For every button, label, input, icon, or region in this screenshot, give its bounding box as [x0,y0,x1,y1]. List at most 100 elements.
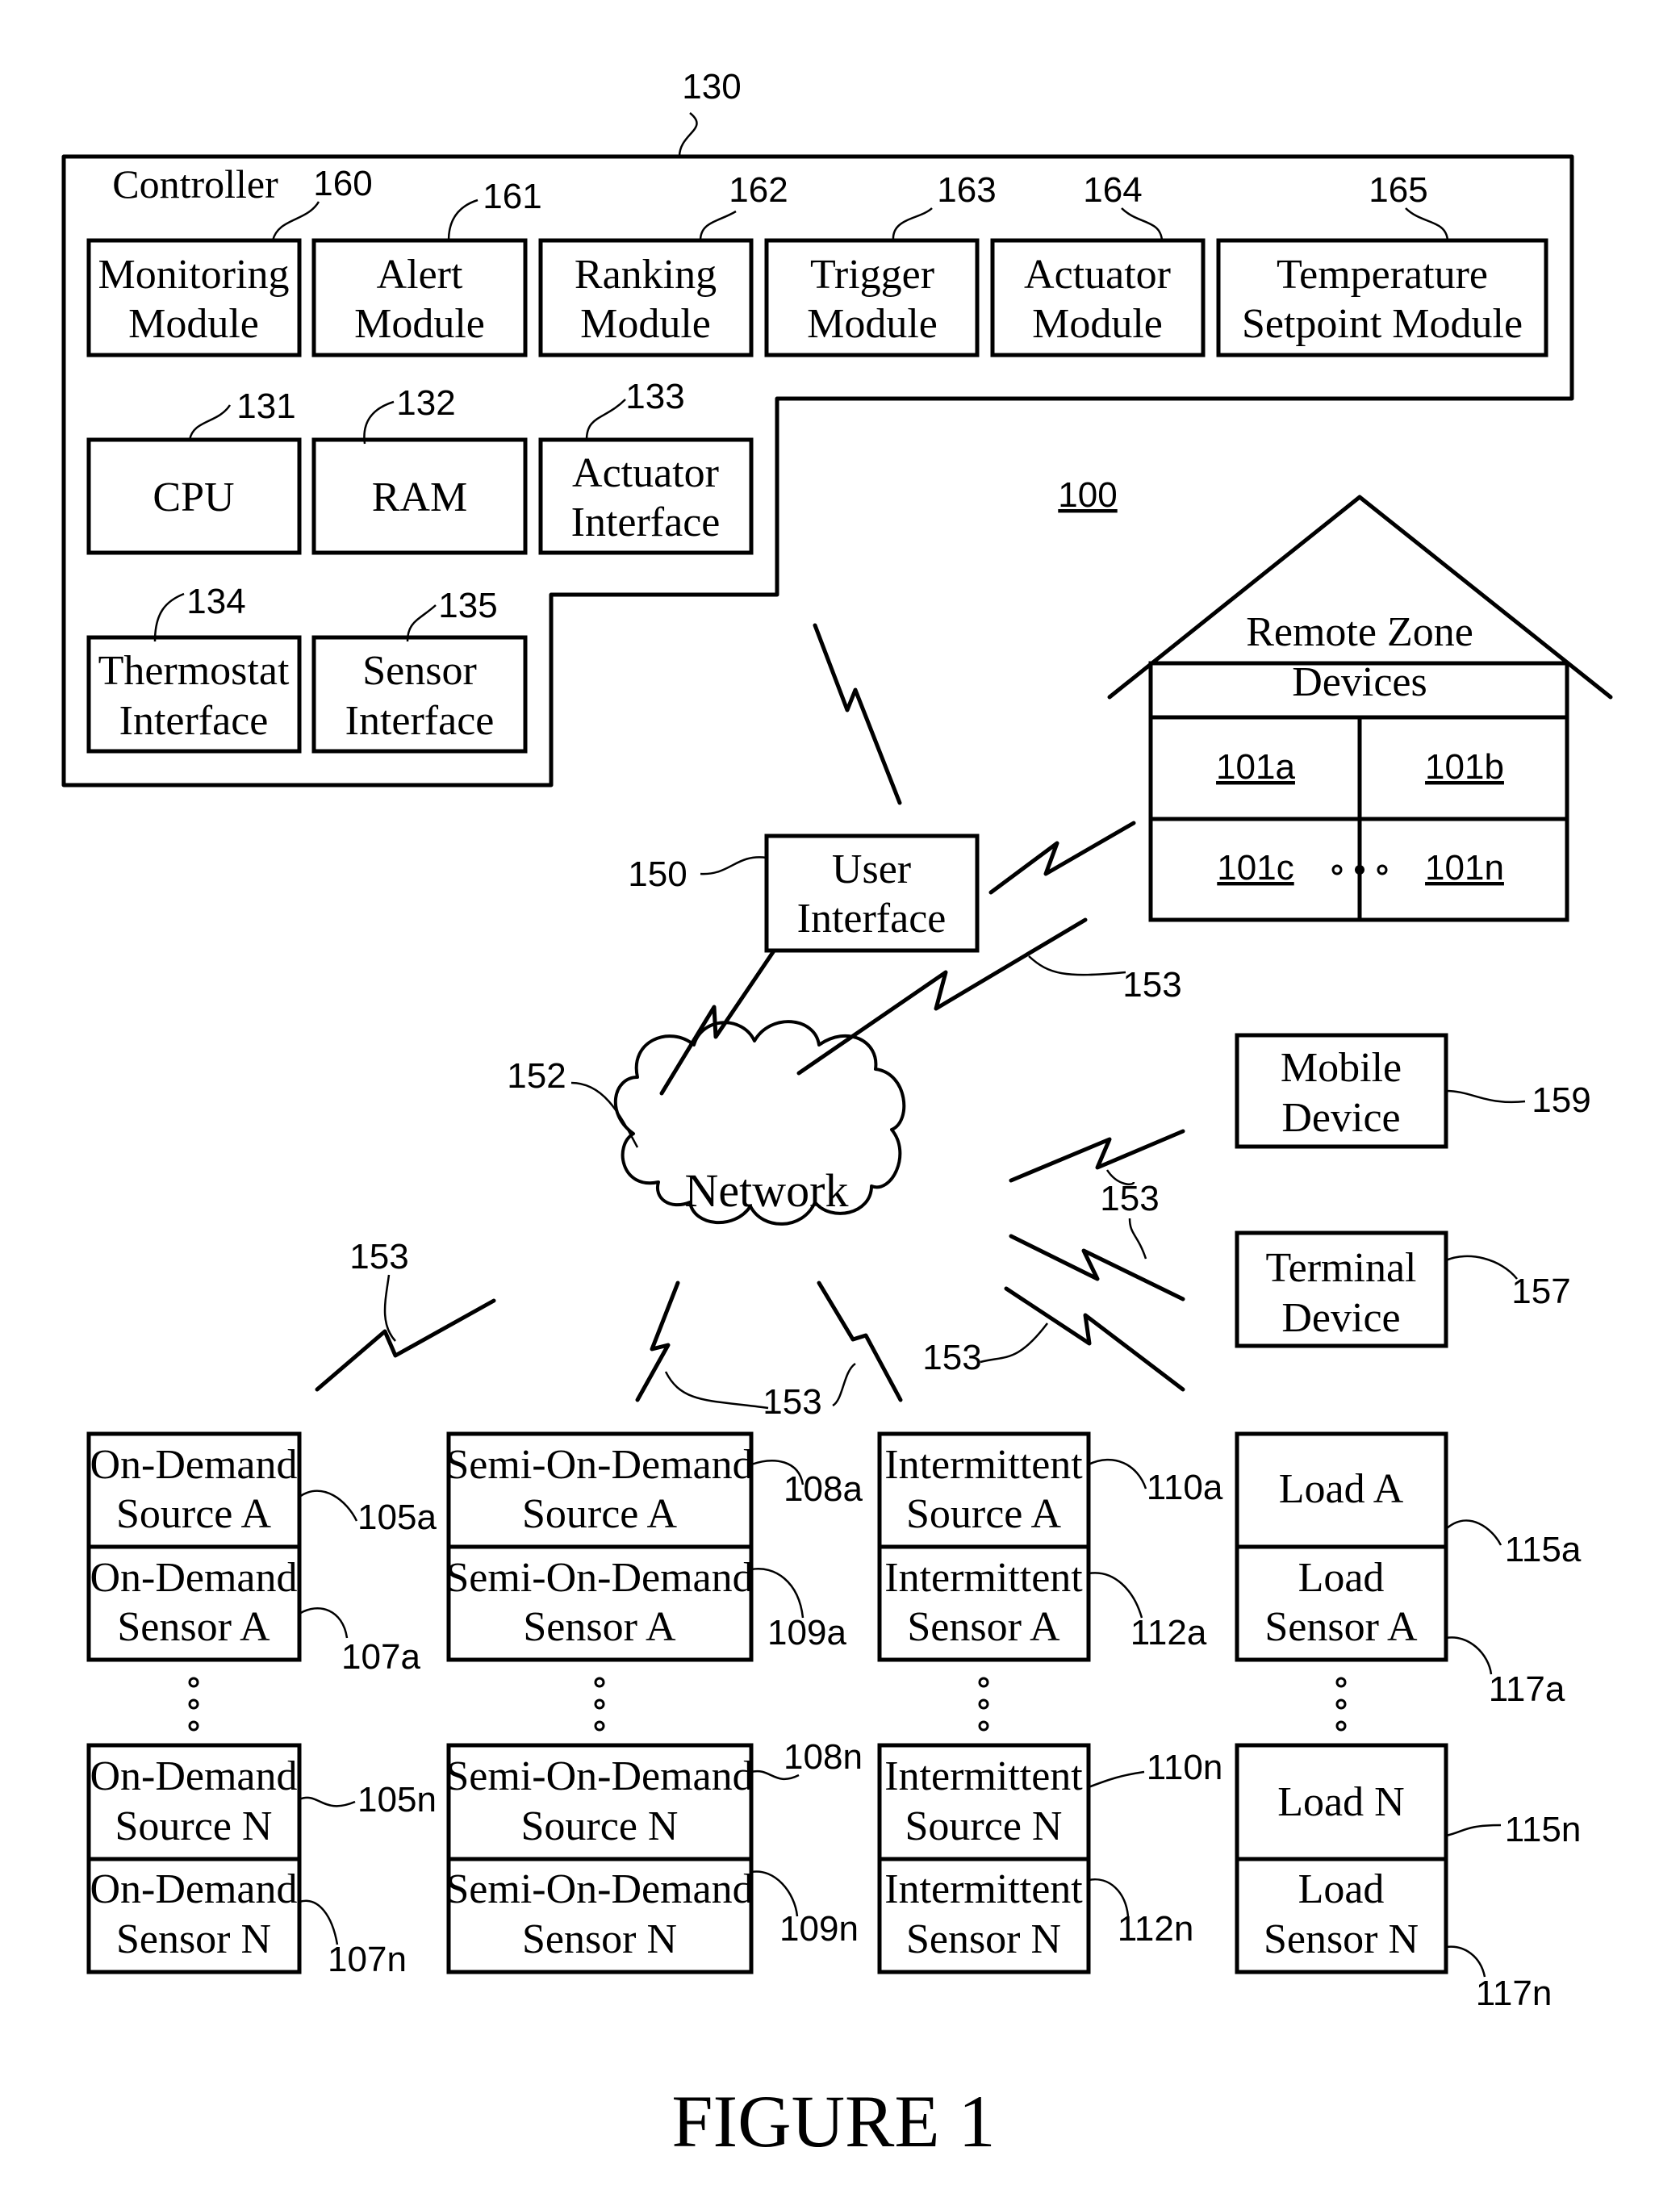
zone-101c: 101c [1217,848,1293,888]
ref-165: 165 [1369,170,1427,210]
svg-text:Sensor N: Sensor N [1264,1916,1419,1962]
svg-text:107a: 107a [341,1637,420,1677]
svg-text:Trigger: Trigger [810,252,934,298]
ref-152: 152 [507,1056,566,1096]
svg-text:Module: Module [580,301,711,347]
svg-text:Semi-On-Demand: Semi-On-Demand [445,1753,753,1799]
ref-150: 150 [628,854,687,894]
cpu: CPU 131 [86,386,302,555]
svg-text:110a: 110a [1147,1468,1223,1507]
ref-131: 131 [236,386,295,426]
ram: RAM 132 [311,383,528,555]
svg-text:Module: Module [354,301,485,347]
svg-text:Source A: Source A [906,1491,1062,1537]
sensor-interface: Sensor Interface 135 [311,586,528,754]
temperature-setpoint-module: Temperature Setpoint Module 165 [1216,170,1548,357]
svg-text:Actuator: Actuator [1024,252,1171,298]
ref-153: 153 [349,1237,408,1276]
svg-text:Source N: Source N [521,1803,679,1849]
ref-153: 153 [763,1382,821,1422]
svg-text:Semi-On-Demand: Semi-On-Demand [445,1866,753,1912]
trigger-module: Trigger Module 163 [764,170,997,357]
svg-text:Sensor A: Sensor A [117,1604,270,1650]
zone-101a: 101a [1216,747,1295,787]
link-network-mobile [1009,1129,1185,1183]
ref-133: 133 [625,377,684,416]
svg-text:Actuator: Actuator [572,450,719,496]
svg-text:Source A: Source A [522,1491,678,1537]
ref-153: 153 [1122,965,1181,1005]
link-controller-ui [813,623,902,805]
svg-text:On-Demand: On-Demand [90,1753,297,1799]
figure-title: FIGURE 1 [671,2080,995,2162]
svg-text:Remote Zone: Remote Zone [1246,609,1473,655]
ref-135: 135 [438,586,497,625]
svg-text:Semi-On-Demand: Semi-On-Demand [445,1555,753,1601]
svg-text:Module: Module [128,301,259,347]
column-on-demand: On-Demand Source A On-Demand Sensor A 10… [86,1431,437,1979]
svg-text:Source N: Source N [115,1803,273,1849]
svg-text:105n: 105n [357,1780,437,1820]
svg-text:Intermittent: Intermittent [884,1753,1083,1799]
svg-text:Sensor A: Sensor A [1264,1604,1418,1650]
svg-text:Interface: Interface [119,698,269,744]
ellipsis-dot [1355,865,1364,875]
ellipsis-dot [1331,864,1343,875]
ref-164: 164 [1083,170,1142,210]
svg-text:110n: 110n [1147,1748,1223,1787]
svg-text:Mobile: Mobile [1281,1045,1402,1091]
controller-leader [678,112,698,157]
svg-text:Load: Load [1298,1555,1385,1601]
actuator-interface: Actuator Interface 133 [538,377,754,555]
svg-text:Interface: Interface [571,499,721,545]
svg-text:Device: Device [1281,1095,1400,1141]
svg-text:Semi-On-Demand: Semi-On-Demand [445,1442,753,1488]
svg-text:Setpoint Module: Setpoint Module [1242,301,1523,347]
svg-text:Module: Module [807,301,938,347]
actuator-module: Actuator Module 164 [990,170,1206,357]
ref-163: 163 [937,170,996,210]
link-network-terminal [1009,1234,1185,1301]
remote-zone-devices: Remote Zone Devices 101a 101b 101c 101n [1107,495,1613,922]
svg-text:RAM: RAM [372,474,467,520]
mobile-device: Mobile Device 159 [1235,1033,1591,1149]
svg-text:Alert: Alert [377,252,463,298]
ref-160: 160 [313,164,372,203]
zone-101n: 101n [1425,848,1504,888]
ref-162: 162 [729,170,788,210]
svg-text:117a: 117a [1489,1669,1565,1709]
terminal-device: Terminal Device 157 [1235,1230,1571,1348]
svg-text:Sensor N: Sensor N [906,1916,1061,1962]
svg-text:Terminal: Terminal [1266,1245,1417,1291]
link-network-col1 [315,1298,496,1392]
svg-text:115a: 115a [1505,1530,1582,1569]
system-ref: 100 [1058,475,1117,515]
svg-text:107n: 107n [328,1940,407,1979]
svg-text:117n: 117n [1476,1974,1553,2013]
svg-text:Intermittent: Intermittent [884,1442,1083,1488]
svg-text:Intermittent: Intermittent [884,1555,1083,1601]
svg-text:Devices: Devices [1292,659,1427,705]
svg-text:Sensor N: Sensor N [116,1916,271,1962]
ref-134: 134 [186,582,245,621]
svg-text:Sensor: Sensor [362,648,477,694]
svg-text:115n: 115n [1505,1810,1582,1849]
ref-159: 159 [1532,1080,1590,1120]
ref-132: 132 [396,383,455,423]
svg-text:109n: 109n [779,1909,859,1949]
system-diagram: Controller 130 Monitoring Module 160 Ale… [61,67,1613,2162]
column-load: Load A Load Sensor A 115a 117a Load N Lo… [1235,1431,1582,2013]
column-semi-on-demand: Semi-On-Demand Source A Semi-On-Demand S… [445,1431,863,1974]
svg-text:Sensor A: Sensor A [907,1604,1060,1650]
svg-text:On-Demand: On-Demand [90,1555,297,1601]
svg-text:Network: Network [685,1164,849,1217]
ref-153: 153 [922,1338,981,1377]
svg-text:Temperature: Temperature [1277,252,1488,298]
svg-text:108a: 108a [784,1469,863,1509]
svg-text:Thermostat: Thermostat [98,648,290,694]
controller-label: Controller [112,161,278,207]
svg-text:Source A: Source A [116,1491,272,1537]
user-interface: User Interface 150 [628,834,980,953]
svg-text:Sensor N: Sensor N [522,1916,677,1962]
zone-101b: 101b [1425,747,1504,787]
